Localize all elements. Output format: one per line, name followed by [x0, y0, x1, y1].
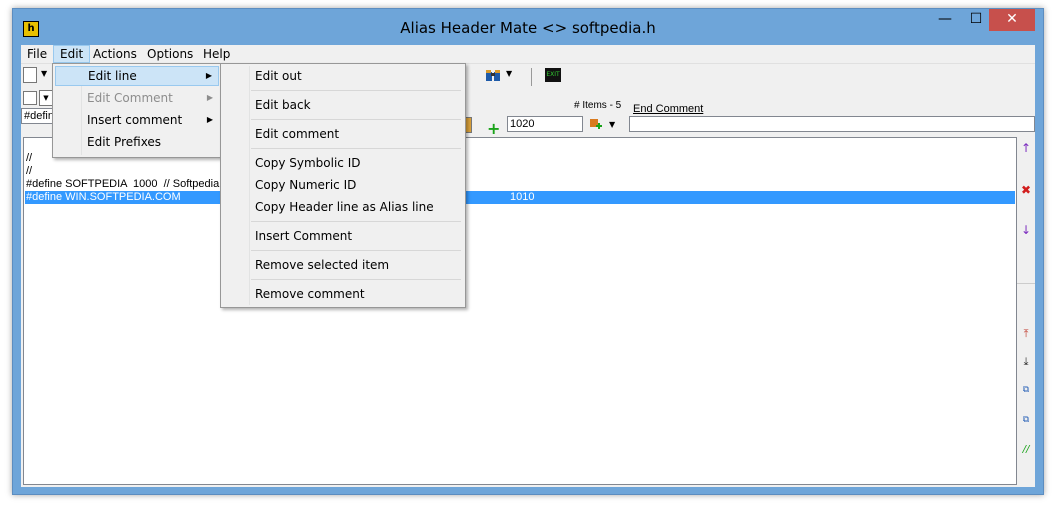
menu-item-edit-out[interactable]: Edit out — [223, 66, 302, 86]
minimize-button[interactable]: — — [930, 9, 960, 31]
selected-row-value: 1010 — [510, 191, 535, 203]
move-down-icon[interactable]: ↓ — [1019, 223, 1033, 237]
menu-item-label: Edit line — [88, 69, 137, 83]
list-item-selected[interactable]: #define WIN.SOFTPEDIA.COM — [26, 191, 181, 204]
menu-item-remove-selected-item[interactable]: Remove selected item — [223, 255, 389, 275]
menu-separator — [251, 221, 461, 222]
end-comment-input[interactable] — [629, 116, 1035, 132]
menu-edit[interactable]: Edit — [53, 45, 91, 63]
increment-dropdown-icon[interactable]: ▼ — [609, 120, 615, 129]
maximize-button[interactable]: ☐ — [961, 9, 991, 31]
menu-separator — [251, 119, 461, 120]
menu-separator — [251, 148, 461, 149]
list-item[interactable]: #define SOFTPEDIA 1000 // Softpedia — [26, 178, 219, 191]
copy-id-icon[interactable]: ⧉ — [1019, 383, 1033, 397]
move-bottom-icon[interactable]: ⤓ — [1019, 355, 1033, 369]
menu-actions[interactable]: Actions — [87, 45, 143, 63]
menu-separator — [251, 250, 461, 251]
add-icon[interactable]: + — [487, 121, 500, 137]
menu-options[interactable]: Options — [141, 45, 199, 63]
menu-item-remove-comment[interactable]: Remove comment — [223, 284, 365, 304]
menu-bar: File Edit Actions Options Help — [21, 45, 1035, 64]
toolbar-separator — [531, 68, 532, 86]
binoculars-dropdown-icon[interactable]: ▼ — [506, 69, 512, 78]
move-top-icon[interactable]: ⤒ — [1019, 327, 1033, 341]
header-list[interactable]: // // #define SOFTPEDIA 1000 // Softpedi… — [23, 137, 1017, 485]
numeric-id-input[interactable] — [507, 116, 583, 132]
increment-icon[interactable] — [589, 117, 603, 131]
menu-help[interactable]: Help — [197, 45, 236, 63]
menu-file[interactable]: File — [21, 45, 53, 63]
comment-icon[interactable]: // — [1019, 443, 1033, 457]
close-button[interactable]: ✕ — [989, 9, 1035, 31]
exit-icon[interactable]: EXIT — [545, 68, 561, 82]
side-toolbar: ↑ ✖ ↓ ⤒ ⤓ ⧉ ⧉ // — [1017, 137, 1035, 483]
edit-menu: Edit line ▶ Edit Comment ▶ Insert commen… — [52, 63, 222, 158]
list-item[interactable]: // — [26, 165, 32, 178]
menu-item-insert-comment[interactable]: Insert Comment — [223, 226, 352, 246]
menu-separator — [251, 90, 461, 91]
end-comment-label[interactable]: End Comment — [633, 103, 703, 115]
menu-item-edit-comment[interactable]: Edit comment — [223, 124, 339, 144]
dropdown-arrow-icon[interactable]: ▼ — [41, 69, 47, 78]
side-separator — [1017, 283, 1035, 284]
move-up-icon[interactable]: ↑ — [1019, 141, 1033, 155]
window-title: Alias Header Mate <> softpedia.h — [400, 19, 656, 37]
menu-item-copy-header-as-alias[interactable]: Copy Header line as Alias line — [223, 197, 434, 217]
delete-icon[interactable]: ✖ — [1019, 183, 1033, 197]
define-input[interactable] — [21, 108, 55, 124]
menu-item-label: Edit Comment — [87, 91, 173, 105]
menu-item-insert-comment[interactable]: Insert comment ▶ — [55, 110, 219, 130]
list-item[interactable]: // — [26, 152, 32, 165]
edit-line-submenu: Edit out Edit back Edit comment Copy Sym… — [220, 63, 466, 308]
menu-item-edit-line[interactable]: Edit line ▶ — [55, 66, 219, 86]
document-icon[interactable] — [23, 67, 37, 83]
menu-item-edit-prefixes[interactable]: Edit Prefixes — [55, 132, 219, 152]
title-bar[interactable]: h Alias Header Mate <> softpedia.h — ☐ ✕ — [13, 9, 1043, 45]
submenu-arrow-icon: ▶ — [205, 71, 212, 80]
dropdown-button[interactable]: ▼ — [39, 90, 53, 106]
copy-numeric-icon[interactable]: ⧉ — [1019, 413, 1033, 427]
menu-separator — [251, 279, 461, 280]
items-count-label: # Items - 5 — [574, 100, 622, 111]
menu-item-copy-symbolic-id[interactable]: Copy Symbolic ID — [223, 153, 360, 173]
menu-item-label: Insert comment — [87, 113, 183, 127]
submenu-arrow-icon: ▶ — [206, 115, 213, 124]
submenu-arrow-icon: ▶ — [206, 93, 213, 102]
checkbox[interactable] — [23, 91, 37, 105]
menu-item-copy-numeric-id[interactable]: Copy Numeric ID — [223, 175, 356, 195]
menu-item-edit-back[interactable]: Edit back — [223, 95, 311, 115]
menu-item-edit-comment: Edit Comment ▶ — [55, 88, 219, 108]
binoculars-icon[interactable] — [485, 69, 501, 83]
